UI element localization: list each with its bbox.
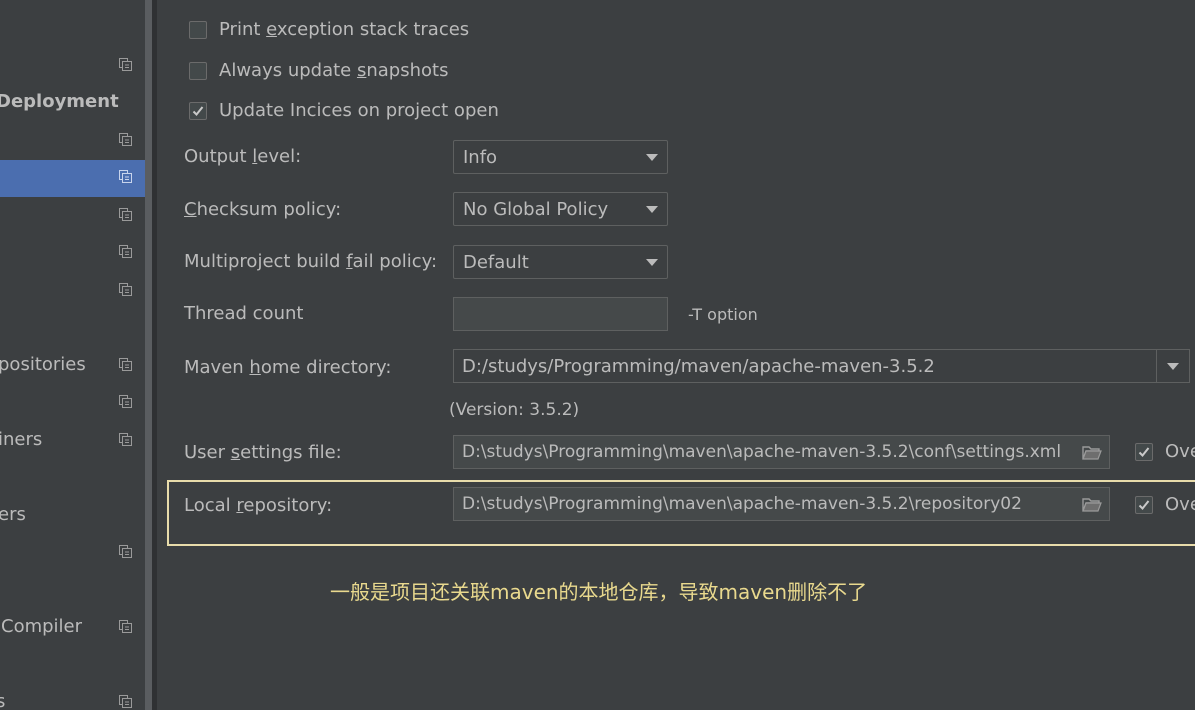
project-settings-icon <box>119 395 132 408</box>
maven-home-combobox[interactable]: D:/studys/Programming/maven/apache-maven… <box>453 349 1190 383</box>
sidebar-item-compiler[interactable]: Compiler <box>1 616 82 637</box>
user-settings-override-label: Ove <box>1165 441 1195 462</box>
sidebar-item-containers[interactable]: iners <box>0 429 42 450</box>
combo-arrow-icon[interactable] <box>1156 350 1189 382</box>
thread-count-hint: -T option <box>688 305 758 324</box>
local-repository-override-label: Ove <box>1165 494 1195 515</box>
project-settings-icon <box>119 170 132 183</box>
user-settings-override-option[interactable]: Ove <box>1135 441 1195 462</box>
user-settings-input[interactable]: D:\studys\Programming\maven\apache-maven… <box>453 435 1110 469</box>
sidebar-item-last[interactable]: s <box>0 691 5 710</box>
update-indices-option[interactable]: Update Incices on project open <box>189 100 499 121</box>
maven-version-label: (Version: 3.5.2) <box>449 400 580 420</box>
project-settings-icon <box>119 695 132 708</box>
project-settings-icon <box>119 545 132 558</box>
checksum-policy-dropdown[interactable]: No Global Policy <box>453 192 668 226</box>
local-repository-input[interactable]: D:\studys\Programming\maven\apache-maven… <box>453 487 1110 521</box>
settings-sidebar: Deployment positories iners ers Compiler… <box>0 0 145 710</box>
user-settings-value: D:\studys\Programming\maven\apache-maven… <box>462 442 1062 462</box>
local-repository-label: Local repository: <box>184 495 333 516</box>
local-repository-value: D:\studys\Programming\maven\apache-maven… <box>462 494 1022 514</box>
project-settings-icon <box>119 358 132 371</box>
thread-count-input[interactable] <box>453 297 668 331</box>
sidebar-scrollbar[interactable] <box>145 0 152 710</box>
output-level-label: Output level: <box>184 146 302 167</box>
checksum-policy-label: Checksum policy: <box>184 199 342 220</box>
user-settings-override-checkbox[interactable] <box>1135 442 1153 461</box>
update-snapshots-label: Always update snapshots <box>219 60 449 81</box>
sidebar-item-repositories[interactable]: positories <box>0 354 86 375</box>
sidebar-item-servers[interactable]: ers <box>0 504 26 525</box>
fail-policy-dropdown[interactable]: Default <box>453 245 668 279</box>
output-level-dropdown[interactable]: Info <box>453 140 668 174</box>
project-settings-icon <box>119 245 132 258</box>
checksum-policy-value: No Global Policy <box>463 198 609 220</box>
project-settings-icon <box>119 58 132 71</box>
update-snapshots-checkbox[interactable] <box>189 61 207 80</box>
dropdown-arrow-icon <box>637 153 667 161</box>
sidebar-item-deployment[interactable]: Deployment <box>0 91 119 112</box>
checkmark-icon <box>192 105 204 116</box>
folder-icon[interactable] <box>1075 445 1109 460</box>
update-indices-checkbox[interactable] <box>189 101 207 120</box>
dropdown-arrow-icon <box>637 205 667 213</box>
checkmark-icon <box>1138 499 1150 510</box>
print-stack-traces-label: Print exception stack traces <box>219 19 470 40</box>
user-settings-label: User settings file: <box>184 442 342 463</box>
dropdown-arrow-icon <box>637 258 667 266</box>
update-snapshots-option[interactable]: Always update snapshots <box>189 60 448 81</box>
project-settings-icon <box>119 433 132 446</box>
output-level-value: Info <box>463 146 498 168</box>
fail-policy-value: Default <box>463 251 529 273</box>
checkmark-icon <box>1138 446 1150 457</box>
local-repository-override-checkbox[interactable] <box>1135 495 1153 514</box>
project-settings-icon <box>119 283 132 296</box>
project-settings-icon <box>119 133 132 146</box>
update-indices-label: Update Incices on project open <box>219 100 499 121</box>
folder-icon[interactable] <box>1075 497 1109 512</box>
project-settings-icon <box>119 620 132 633</box>
local-repository-override-option[interactable]: Ove <box>1135 494 1195 515</box>
fail-policy-label: Multiproject build fail policy: <box>184 251 438 272</box>
project-settings-icon <box>119 208 132 221</box>
annotation-note: 一般是项目还关联maven的本地仓库，导致maven删除不了 <box>330 580 868 604</box>
print-stack-traces-option[interactable]: Print exception stack traces <box>189 19 469 40</box>
print-stack-traces-checkbox[interactable] <box>189 20 207 39</box>
thread-count-label: Thread count <box>184 303 304 324</box>
maven-home-label: Maven home directory: <box>184 357 392 378</box>
maven-home-value: D:/studys/Programming/maven/apache-maven… <box>462 355 935 377</box>
